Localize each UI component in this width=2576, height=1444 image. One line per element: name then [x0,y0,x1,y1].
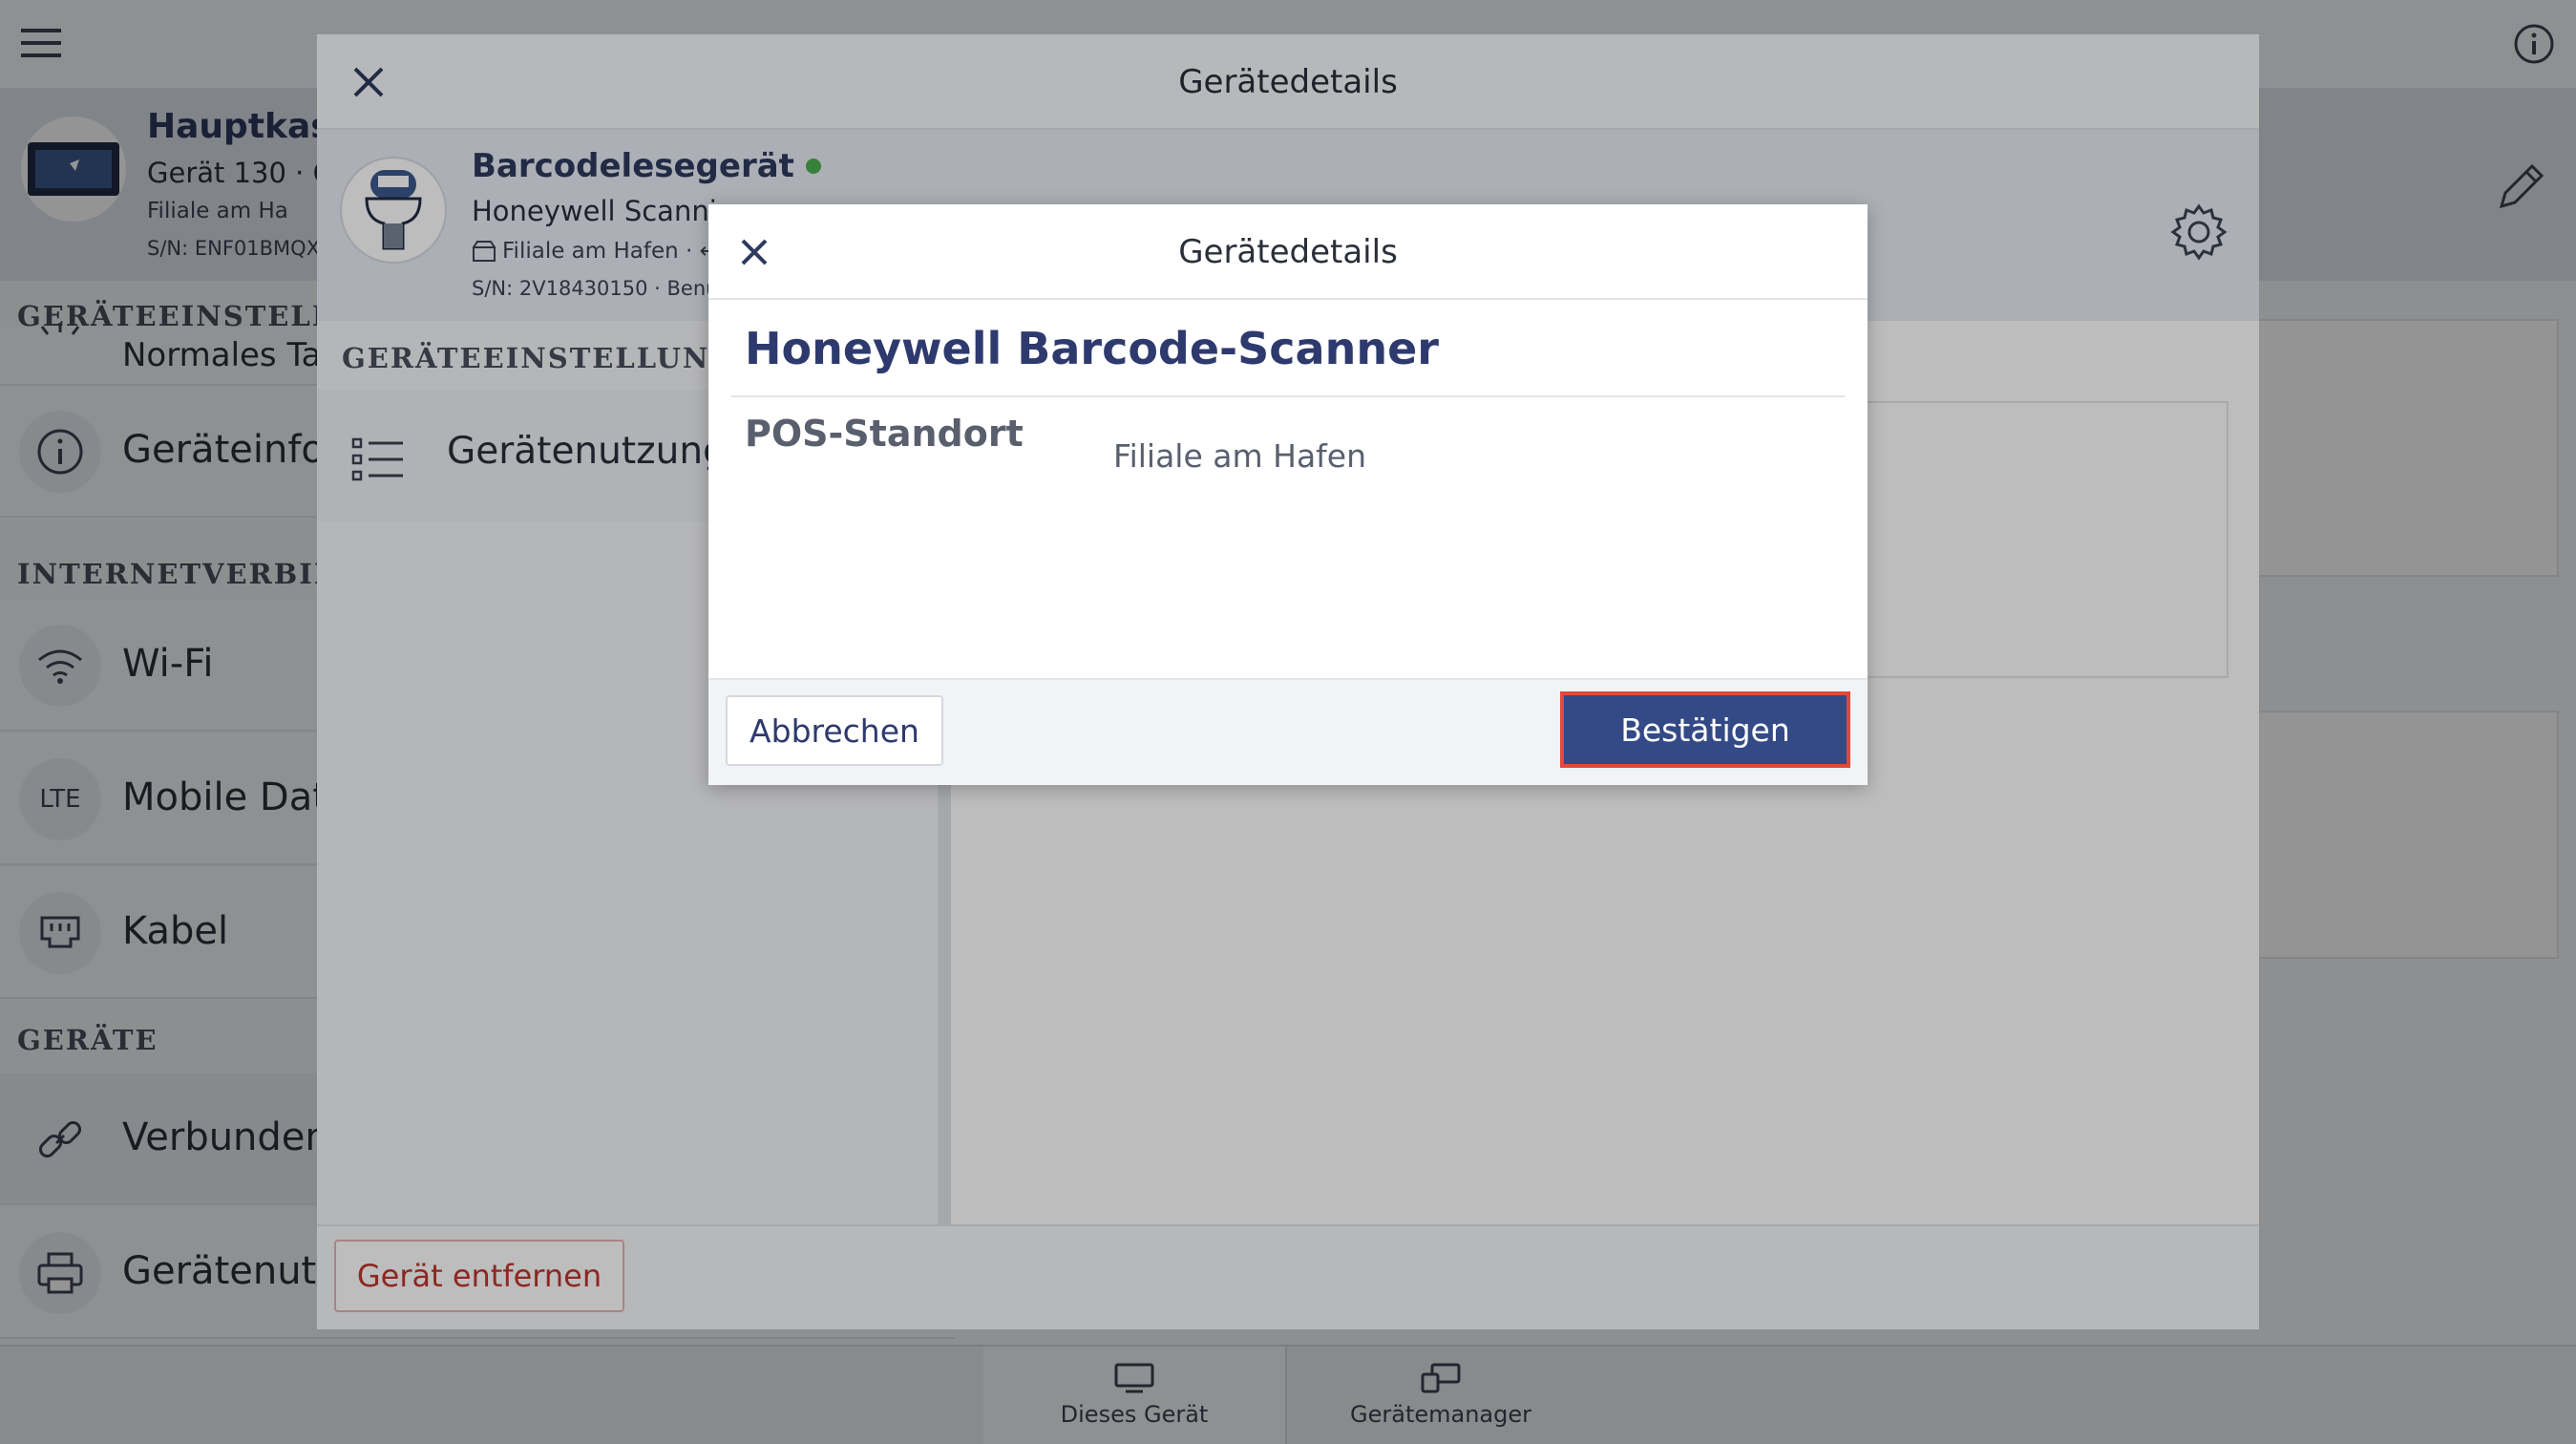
close-icon[interactable] [726,223,783,281]
divider [731,395,1845,397]
field-label: POS-Standort [745,413,1024,455]
confirm-button[interactable]: Bestätigen [1560,691,1850,768]
cancel-button[interactable]: Abbrechen [726,695,943,766]
field-value: Filiale am Hafen [1113,437,1366,475]
device-name: Honeywell Barcode-Scanner [745,323,1439,374]
confirm-details-modal: Gerätedetails Honeywell Barcode-Scanner … [708,204,1868,785]
modal-title: Gerätedetails [1178,233,1398,271]
